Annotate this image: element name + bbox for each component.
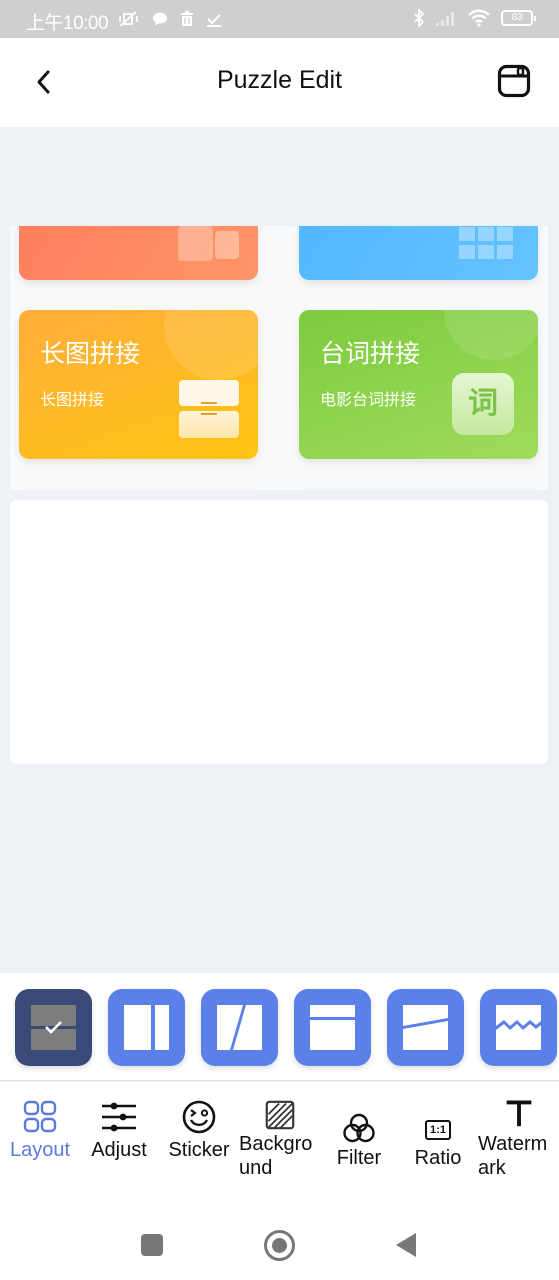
layout-option-slanted-split[interactable] (387, 989, 464, 1066)
status-notification-icons (118, 10, 222, 28)
recent-apps-button[interactable] (141, 1234, 163, 1256)
tool-label: Backgro und (239, 1133, 313, 1179)
chat-bubble-icon (153, 12, 167, 26)
ratio-icon: 1:1 (425, 1120, 451, 1140)
page-title: Puzzle Edit (216, 66, 343, 94)
grid-tiles-icon (459, 227, 515, 267)
download-done-icon (207, 14, 221, 27)
tool-label: Adjust (91, 1139, 147, 1161)
trash-icon (181, 11, 193, 26)
system-navigation-bar (0, 1202, 559, 1280)
tool-filter[interactable]: Filter (330, 1112, 388, 1170)
save-icon (497, 64, 531, 98)
puzzle-preview-top-image[interactable]: 长图拼接 长图拼接 台词拼接 电影台词拼接 词 (10, 226, 548, 490)
text-t-icon (506, 1100, 531, 1127)
vertical-split-icon (124, 1005, 169, 1050)
layout-option-horizontal-split[interactable] (15, 989, 92, 1066)
tool-label: Waterm ark (478, 1133, 548, 1179)
tool-label: Sticker (168, 1139, 230, 1161)
tool-sticker[interactable]: Sticker (164, 1100, 234, 1162)
card-subtitle: 长图拼接 (40, 390, 105, 409)
smiley-icon (182, 1100, 216, 1134)
layout-option-diagonal-split[interactable] (201, 989, 278, 1066)
card-title: 台词拼接 (320, 339, 421, 368)
layout-option-top-banner-split[interactable] (294, 989, 371, 1066)
system-back-button[interactable] (396, 1233, 416, 1257)
home-button[interactable] (264, 1230, 295, 1261)
puzzle-preview-bottom-image[interactable] (10, 500, 548, 764)
tool-layout[interactable]: Layout (6, 1100, 74, 1162)
preview-card-subtitle: 台词拼接 电影台词拼接 词 (299, 310, 538, 459)
tool-watermark[interactable]: Waterm ark (478, 1098, 559, 1180)
word-badge-icon: 词 (452, 373, 514, 435)
preview-card-peek (299, 488, 538, 490)
zigzag-split-icon (496, 1005, 541, 1050)
status-bar: 上午10:00 83 (0, 0, 559, 38)
diagonal-split-icon (217, 1005, 262, 1050)
preview-card-peek (19, 488, 258, 490)
app-header: Puzzle Edit (0, 38, 559, 127)
grid-icon (23, 1100, 57, 1133)
tool-label: Layout (9, 1139, 71, 1161)
stacked-images-icon (179, 380, 239, 440)
tool-label: Ratio (414, 1147, 462, 1169)
slanted-split-icon (403, 1005, 448, 1050)
preview-card-long-image: 长图拼接 长图拼接 (19, 310, 258, 459)
word-badge-text: 词 (468, 386, 498, 421)
card-title: 长图拼接 (40, 339, 141, 368)
sliders-icon (102, 1102, 136, 1132)
bluetooth-icon (414, 9, 425, 27)
layout-option-vertical-split[interactable] (108, 989, 185, 1066)
layout-selector[interactable] (0, 973, 559, 1081)
tool-adjust[interactable]: Adjust (86, 1100, 152, 1162)
layout-option-zigzag-split[interactable] (480, 989, 557, 1066)
vibrate-off-icon (119, 11, 138, 27)
status-time: 上午10:00 (26, 13, 109, 34)
preview-card-blue (299, 226, 538, 280)
card-subtitle: 电影台词拼接 (320, 390, 417, 409)
filter-circles-icon (343, 1113, 375, 1143)
edit-toolbar: Layout Adjust Sticker Backgro und Filter (0, 1082, 559, 1202)
signal-icon (436, 12, 454, 26)
tool-background[interactable]: Backgro und (239, 1100, 321, 1180)
battery-indicator: 83 (501, 10, 536, 26)
wifi-icon (468, 9, 490, 27)
preview-card-orange (19, 226, 258, 280)
tool-label: Filter (336, 1147, 382, 1169)
background-hatch-icon (265, 1100, 295, 1130)
status-system-icons: 83 (413, 9, 536, 27)
save-button[interactable] (497, 64, 531, 98)
top-banner-split-icon (310, 1005, 355, 1050)
ratio-icon-text: 1:1 (430, 1124, 446, 1136)
horizontal-split-icon (31, 1005, 76, 1050)
tool-ratio[interactable]: 1:1 Ratio (410, 1112, 466, 1170)
two-tile-icon (178, 226, 213, 261)
